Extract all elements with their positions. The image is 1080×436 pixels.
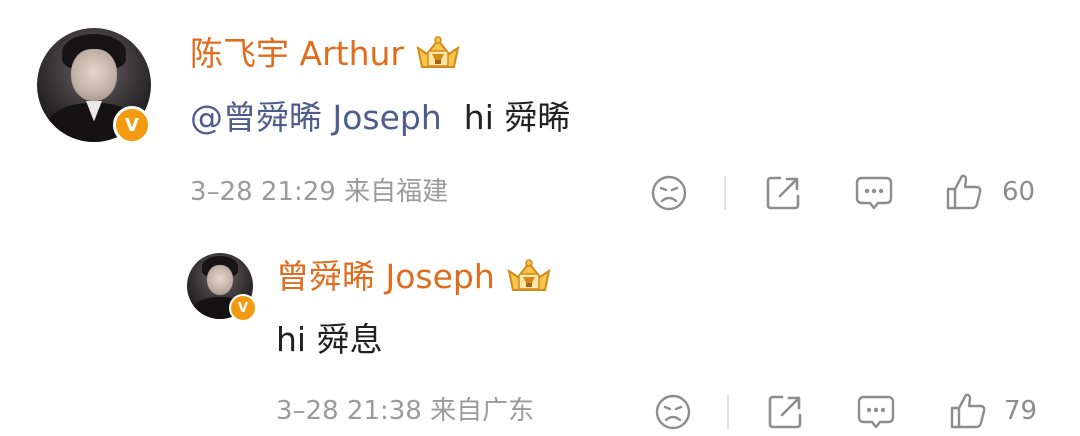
comment-date: 3–28	[190, 177, 253, 207]
comment-meta: 3–28 21:29 来自福建	[190, 176, 448, 208]
crown-badge-icon[interactable]	[414, 34, 462, 74]
reply-author-label: 曾舜晞 Joseph	[276, 257, 495, 296]
mention-link[interactable]: @曾舜晞 Joseph	[190, 98, 442, 137]
verified-badge: V	[113, 106, 151, 144]
reply-text: hi 舜息	[276, 320, 383, 359]
comment-time: 21:29	[260, 177, 336, 207]
comment-icon[interactable]	[856, 393, 896, 431]
like-count: 79	[1004, 396, 1038, 426]
comment-body: hi 舜晞	[463, 98, 571, 137]
thumbs-up-icon[interactable]	[948, 391, 988, 431]
thumbs-up-icon[interactable]	[944, 172, 984, 212]
comment-text: @曾舜晞 Joseph hi 舜晞	[190, 98, 570, 138]
comment-location: 来自福建	[344, 177, 449, 207]
reply-meta: 3–28 21:38 来自广东	[276, 395, 534, 427]
comment-author-name[interactable]: 陈飞宇 Arthur	[190, 34, 462, 74]
verified-badge: V	[229, 294, 257, 322]
share-icon[interactable]	[766, 393, 804, 431]
reply-author-name[interactable]: 曾舜晞 Joseph	[276, 257, 553, 297]
like-count: 60	[1002, 177, 1036, 207]
reply-time: 21:38	[346, 396, 422, 426]
crown-badge-icon[interactable]	[505, 257, 553, 297]
comment-author-label: 陈飞宇 Arthur	[190, 34, 404, 73]
action-divider	[727, 395, 729, 429]
sad-face-icon[interactable]	[654, 393, 692, 431]
comment-icon[interactable]	[854, 174, 894, 212]
share-icon[interactable]	[764, 174, 802, 212]
action-divider	[724, 176, 726, 210]
reply-date: 3–28	[276, 396, 339, 426]
sad-face-icon[interactable]	[650, 174, 688, 212]
reply-location: 来自广东	[430, 396, 535, 426]
